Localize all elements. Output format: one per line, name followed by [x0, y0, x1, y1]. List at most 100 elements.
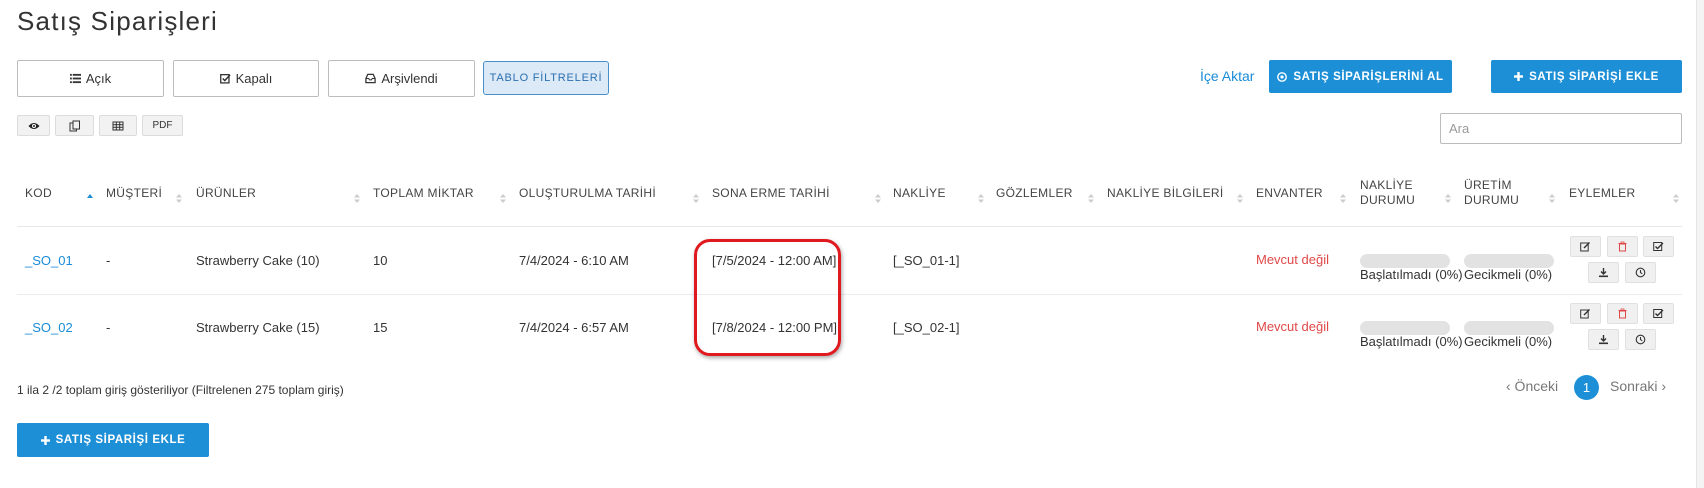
column-header-uretim-durumu[interactable]: ÜRETİM DURUMU	[1464, 178, 1519, 208]
inbox-icon	[365, 73, 377, 84]
pagination-page-1[interactable]: 1	[1574, 375, 1599, 400]
shipment-cell: [_SO_01-1]	[893, 253, 960, 268]
page-title: Satış Siparişleri	[17, 6, 219, 36]
header-divider	[17, 226, 1682, 227]
tab-archived[interactable]: Arşivlendi	[328, 60, 475, 97]
trash-icon	[1618, 241, 1627, 252]
delete-button[interactable]	[1607, 236, 1638, 257]
column-header-urunler[interactable]: ÜRÜNLER	[196, 186, 256, 201]
created-date-cell: 7/4/2024 - 6:10 AM	[519, 253, 629, 268]
add-sales-order-bottom-button[interactable]: SATIŞ SİPARİŞİ EKLE	[17, 423, 209, 457]
sort-icon	[1340, 194, 1346, 203]
column-header-nakliye-bilgileri[interactable]: NAKLİYE BİLGİLERİ	[1107, 186, 1223, 201]
download-button[interactable]	[1588, 329, 1619, 350]
list-icon	[69, 73, 81, 84]
products-cell: Strawberry Cake (15)	[196, 320, 320, 335]
production-progress-bar	[1464, 321, 1554, 335]
column-visibility-button[interactable]	[17, 115, 50, 136]
column-header-uretim-durumu-line2: DURUMU	[1464, 193, 1520, 207]
column-header-nakliye-durumu-line2: DURUMU	[1360, 193, 1416, 207]
sort-icon	[1237, 194, 1243, 203]
production-progress-bar	[1464, 254, 1554, 268]
sort-icon	[1445, 194, 1451, 203]
tab-open[interactable]: Açık	[17, 60, 164, 97]
sort-icon	[1673, 194, 1679, 203]
production-status-label: Gecikmeli (0%)	[1464, 267, 1553, 282]
download-button[interactable]	[1588, 262, 1619, 283]
pagination-next[interactable]: Sonraki ›	[1610, 378, 1666, 394]
download-circle-icon	[1277, 71, 1288, 82]
tab-closed[interactable]: Kapalı	[173, 60, 319, 97]
column-header-musteri[interactable]: MÜŞTERİ	[106, 186, 162, 201]
edit-icon	[1580, 309, 1590, 319]
tab-open-label: Açık	[85, 71, 112, 86]
total-quantity-cell: 15	[373, 320, 388, 335]
shipping-progress-bar	[1360, 321, 1450, 335]
customer-cell: -	[106, 320, 111, 335]
column-header-nakliye-durumu-line1: NAKLİYE	[1360, 178, 1413, 192]
tab-closed-label: Kapalı	[235, 71, 273, 86]
eye-icon	[28, 122, 39, 129]
check-square-icon	[1653, 309, 1664, 318]
table-filters-button[interactable]: TABLO FİLTRELERİ	[483, 61, 609, 95]
download-icon	[1599, 335, 1608, 345]
column-header-eylemler: EYLEMLER	[1569, 186, 1636, 200]
clock-icon	[1635, 267, 1646, 278]
order-code-link[interactable]: _SO_01	[25, 253, 73, 268]
sort-icon	[1549, 194, 1555, 203]
close-order-button[interactable]	[1643, 303, 1674, 324]
get-sales-orders-button[interactable]: SATIŞ SİPARİŞLERİNİ AL	[1269, 60, 1452, 93]
pagination-previous[interactable]: ‹ Önceki	[1506, 378, 1558, 394]
edit-icon	[1580, 242, 1590, 252]
download-icon	[1599, 268, 1608, 278]
delete-button[interactable]	[1607, 303, 1638, 324]
vertical-scrollbar[interactable]	[1696, 0, 1704, 488]
column-header-gozlemler[interactable]: GÖZLEMLER	[996, 186, 1073, 201]
pdf-button[interactable]: PDF	[142, 115, 183, 136]
copy-button[interactable]	[55, 115, 94, 136]
table-icon	[112, 121, 124, 130]
column-header-nakliye[interactable]: NAKLİYE	[893, 186, 946, 201]
sort-icon	[500, 194, 506, 203]
column-header-sona-erme[interactable]: SONA ERME TARİHİ	[712, 186, 830, 201]
sort-icon	[978, 194, 984, 203]
shipment-cell: [_SO_02-1]	[893, 320, 960, 335]
column-header-nakliye-durumu[interactable]: NAKLİYE DURUMU	[1360, 178, 1415, 208]
production-status-label: Gecikmeli (0%)	[1464, 334, 1553, 349]
add-sales-order-bottom-label: SATIŞ SİPARİŞİ EKLE	[55, 434, 186, 446]
row-divider	[17, 294, 1682, 295]
order-code-link[interactable]: _SO_02	[25, 320, 73, 335]
inventory-status: Mevcut değil	[1256, 252, 1329, 267]
history-button[interactable]	[1625, 262, 1656, 283]
column-header-kod[interactable]: KOD	[25, 186, 52, 201]
plus-icon	[1514, 72, 1524, 81]
sort-icon	[1088, 194, 1094, 203]
close-order-button[interactable]	[1643, 236, 1674, 257]
plus-icon	[40, 435, 50, 445]
column-header-envanter[interactable]: ENVANTER	[1256, 186, 1323, 201]
copy-icon	[69, 120, 80, 131]
search-input[interactable]	[1440, 113, 1682, 144]
add-sales-order-label: SATIŞ SİPARİŞİ EKLE	[1529, 70, 1659, 83]
trash-icon	[1618, 308, 1627, 319]
import-link[interactable]: İçe Aktar	[1200, 68, 1254, 84]
shipping-status-label: Başlatılmadı (0%)	[1360, 334, 1463, 349]
sort-icon	[875, 194, 881, 203]
total-quantity-cell: 10	[373, 253, 388, 268]
history-button[interactable]	[1625, 329, 1656, 350]
excel-button[interactable]	[99, 115, 137, 136]
column-header-olusturulma[interactable]: OLUŞTURULMA TARİHİ	[519, 186, 656, 201]
edit-button[interactable]	[1570, 303, 1601, 324]
edit-button[interactable]	[1570, 236, 1601, 257]
annotation-highlight	[694, 239, 841, 356]
clock-icon	[1635, 334, 1646, 345]
check-square-icon	[1653, 242, 1664, 251]
inventory-status: Mevcut değil	[1256, 319, 1329, 334]
sort-icon	[693, 194, 699, 203]
sort-asc-icon	[87, 194, 93, 198]
products-cell: Strawberry Cake (10)	[196, 253, 320, 268]
tab-archived-label: Arşivlendi	[381, 71, 438, 86]
column-header-toplam-miktar[interactable]: TOPLAM MİKTAR	[373, 186, 474, 201]
sort-icon	[176, 194, 182, 203]
add-sales-order-button[interactable]: SATIŞ SİPARİŞİ EKLE	[1491, 60, 1682, 93]
